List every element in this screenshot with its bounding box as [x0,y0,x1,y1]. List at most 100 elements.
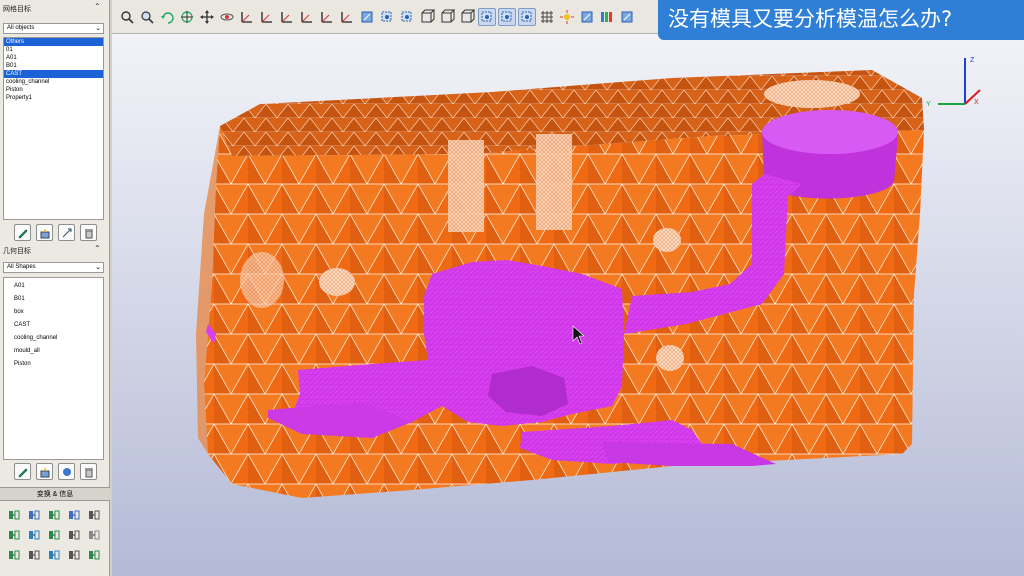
zoom-box-tool-icon[interactable] [378,8,396,26]
list-item[interactable]: mould_all [4,345,103,358]
mesh-object-list[interactable]: Others 01 A01 B01 CAST cooling_channel Piston P… [3,37,104,220]
pencil-icon [17,228,28,239]
select-2-icon [501,11,512,22]
axis-x-tool-icon[interactable] [238,8,256,26]
zoom-select-tool-icon[interactable] [138,8,156,26]
list-item[interactable]: Piston [4,358,103,371]
arrow-move-icon [89,510,100,520]
mesh-filter-select[interactable]: All objects ⌄ [3,23,104,34]
axis-z-label: Z [970,57,975,64]
properties-button[interactable] [36,224,53,241]
cylinder-button[interactable] [46,527,62,543]
fine-mesh-hole [240,252,284,308]
copy-button[interactable] [6,527,22,543]
shade-tool-icon[interactable] [418,8,436,26]
pan-tool-icon[interactable] [198,8,216,26]
box-select-icon [461,9,475,23]
list-item[interactable]: Others [4,38,103,46]
arrange-button[interactable] [6,547,22,563]
align-icon [69,530,80,540]
delete-button[interactable] [80,224,97,241]
view-icon [621,11,633,23]
axis-nx-tool-icon[interactable] [298,8,316,26]
iso-tool-icon[interactable] [358,8,376,26]
translate-button[interactable] [6,507,22,523]
trash-icon [84,228,93,238]
pan-icon [200,10,214,24]
fine-mesh-top [764,80,860,108]
link-icon [29,550,40,560]
book-button[interactable] [26,527,42,543]
fine-mesh-hole [656,345,684,371]
list-item[interactable]: Property1 [4,94,103,102]
list-item[interactable]: Piston [4,86,103,94]
wire-tool-icon[interactable] [438,8,456,26]
list-item[interactable]: cooling_channel [4,332,103,345]
axis-triad: Z Y X [926,57,981,108]
axis-nz-tool-icon[interactable] [338,8,356,26]
list-item[interactable]: box [4,306,103,319]
target-tool-icon[interactable] [178,8,196,26]
grid-icon [541,11,553,23]
axis-ny-icon [321,12,332,23]
select-1-icon [481,11,492,22]
zoom-tool-icon[interactable] [118,8,136,26]
copy-icon [9,530,20,540]
palette-tool-icon[interactable] [598,8,616,26]
properties-button[interactable] [36,463,53,480]
geometry-object-list[interactable]: A01 B01 box CAST cooling_channel mould_all Pis… [3,277,104,460]
link-button[interactable] [26,547,42,563]
axis-z-tool-icon[interactable] [278,8,296,26]
select-2-tool-icon[interactable] [498,8,516,26]
select-1-tool-icon[interactable] [478,8,496,26]
move-button[interactable] [58,224,75,241]
3d-viewport[interactable]: Z Y X [112,34,1024,576]
cursor-button[interactable] [86,527,102,543]
align-button[interactable] [66,527,82,543]
shade-icon [421,9,435,23]
list-item[interactable]: 01 [4,46,103,54]
list-item[interactable]: CAST [4,319,103,332]
zoom-fit-tool-icon[interactable] [398,8,416,26]
scale-button[interactable] [26,507,42,523]
select-3-icon [521,11,532,22]
grid-tool-icon[interactable] [538,8,556,26]
rotate-x-button[interactable] [46,507,62,523]
collapse-icon[interactable]: ⌃ [94,244,101,253]
fine-mesh-hole [653,228,681,252]
list-item[interactable]: A01 [4,280,103,293]
rotate-tool-icon[interactable] [158,8,176,26]
document-button[interactable] [66,547,82,563]
list-item[interactable]: B01 [4,293,103,306]
zoom-icon [121,11,134,24]
box-select-tool-icon[interactable] [458,8,476,26]
delete-button[interactable] [80,463,97,480]
list-item[interactable]: CAST [4,70,103,78]
properties-icon [40,467,49,477]
probe-tool-icon[interactable] [578,8,596,26]
mesh-panel-title: 网格目标 [3,6,31,13]
wire-icon [441,9,455,23]
axis-y-tool-icon[interactable] [258,8,276,26]
list-item[interactable]: A01 [4,54,103,62]
edit-button[interactable] [14,463,31,480]
edit-button[interactable] [14,224,31,241]
sphere-button[interactable] [58,463,75,480]
geometry-filter-select[interactable]: All Shapes ⌄ [3,262,104,273]
scale-icon [29,510,40,520]
light-tool-icon[interactable] [558,8,576,26]
list-item[interactable]: B01 [4,62,103,70]
orbit-tool-icon[interactable] [218,8,236,26]
collapse-icon[interactable]: ⌃ [94,2,101,11]
grid-tool-button[interactable] [86,547,102,563]
rotate-y-button[interactable] [66,507,82,523]
select-3-tool-icon[interactable] [518,8,536,26]
arrow-move-button[interactable] [86,507,102,523]
view-tool-icon[interactable] [618,8,636,26]
axis-ny-tool-icon[interactable] [318,8,336,26]
zoom-select-icon [141,11,154,24]
mesh-tool-row [14,224,97,241]
chart-button[interactable] [46,547,62,563]
list-item[interactable]: cooling_channel [4,78,103,86]
axis-x-icon [241,12,252,23]
